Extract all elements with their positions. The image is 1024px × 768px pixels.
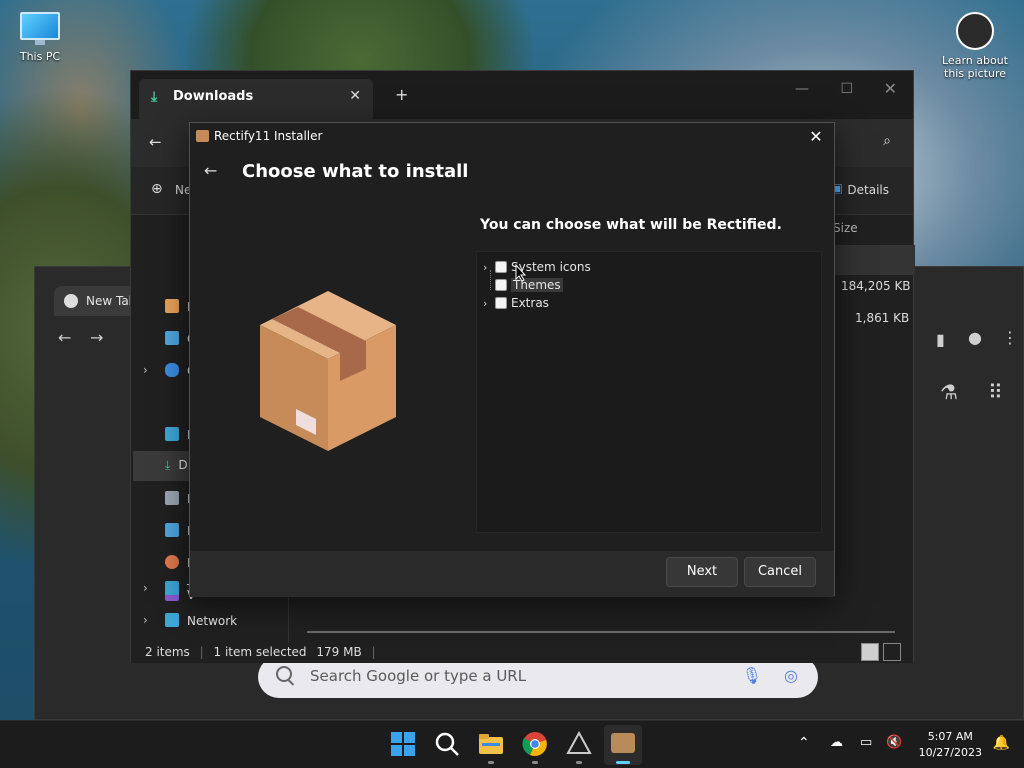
explorer-tab-downloads[interactable]: ⤓ Downloads ✕ [139,79,373,119]
checkbox[interactable] [495,261,507,273]
installer-titlebar: Rectify11 Installer [190,123,834,151]
pc-icon [165,581,179,595]
explorer-tab-title: Downloads [173,89,254,104]
download-icon: ⤓ [165,458,171,472]
new-icon[interactable]: ⊕ [151,181,163,197]
document-icon [165,491,179,505]
network-icon[interactable]: ▭ [860,735,872,750]
search-icon[interactable]: ⌕ [883,133,891,149]
package-box-icon [260,291,396,451]
tree-item-label: Extras [511,296,549,310]
side-panel-icon[interactable]: ▮ [936,330,945,349]
nav-item-label: D [178,458,188,472]
chevron-right-icon[interactable]: › [143,363,148,377]
desktop-icon-label: This PC [19,50,61,63]
onedrive-icon[interactable]: ☁ [830,735,843,750]
chrome-tab-title: New Tab [86,294,137,308]
component-tree[interactable]: › System icons Themes › Extras [476,251,822,533]
file-explorer-icon[interactable] [478,731,504,757]
labs-icon[interactable]: ⚗ [940,380,958,404]
checkbox[interactable] [495,297,507,309]
chrome-icon[interactable] [522,731,548,757]
explorer-titlebar: ⤓ Downloads ✕ + — ☐ ✕ [131,71,913,119]
download-icon: ⤓ [151,89,158,105]
size-column-header[interactable]: Size [833,221,858,235]
tiles-view-icon[interactable] [883,643,901,661]
instruction-text: You can choose what will be Rectified. [480,217,782,233]
omnibox-placeholder: Search Google or type a URL [310,667,527,685]
apps-grid-icon[interactable]: ⠿ [988,380,1003,404]
horizontal-scrollbar[interactable] [307,631,895,633]
chevron-right-icon[interactable]: › [143,581,148,595]
nav-item-network[interactable]: › Network [143,613,238,628]
package-icon [611,733,635,753]
details-view-icon[interactable] [861,643,879,661]
page-title: Choose what to install [242,161,469,182]
active-indicator [616,761,630,764]
notification-bell-icon[interactable]: 🔔 [993,735,1010,751]
menu-icon[interactable]: ⋮ [1002,328,1018,347]
network-icon [165,613,179,627]
desktop-icon-this-pc[interactable]: This PC [12,12,68,63]
next-button[interactable]: Next [666,557,738,587]
desktop-icon-label: Learn about this picture [942,54,1008,80]
desktop-wallpaper: This PC Learn about this picture New Tab… [0,0,1024,768]
back-icon[interactable]: ← [149,133,162,151]
forward-icon[interactable]: → [90,328,103,347]
app-sparkle-icon[interactable] [566,730,592,757]
nav-item-label: Network [187,614,238,628]
status-item-count: 2 items [145,645,190,659]
installer-window-title: Rectify11 Installer [214,129,323,143]
tree-item-system-icons[interactable]: › System icons [483,260,591,278]
chevron-right-icon[interactable]: › [483,261,495,274]
system-clock[interactable]: 5:07 AM 10/27/2023 [919,729,982,761]
file-row-selected[interactable] [825,245,915,275]
home-icon [165,299,179,313]
close-window-icon[interactable]: ✕ [884,79,897,98]
camera-icon [956,12,994,50]
close-icon[interactable]: ✕ [806,127,826,147]
search-icon[interactable] [434,731,460,757]
mouse-cursor-icon [515,264,527,282]
checkbox[interactable] [495,279,507,291]
lens-icon[interactable]: ◎ [784,666,798,685]
chevron-right-icon[interactable]: › [143,613,148,627]
taskbar-item-installer[interactable] [604,725,642,765]
cloud-icon [165,363,179,377]
search-icon [276,666,292,682]
start-windows-icon[interactable] [390,731,416,757]
cancel-button[interactable]: Cancel [744,557,816,587]
monitor-icon [18,12,62,46]
status-size: 179 MB [316,645,362,659]
chevron-up-icon[interactable]: ⌃ [798,735,810,751]
back-icon[interactable]: ← [58,328,71,347]
desktop-icon-learn-about-picture[interactable]: Learn about this picture [936,12,1014,80]
volume-muted-icon[interactable]: 🔇 [886,735,902,750]
clock-time: 5:07 AM [927,730,973,743]
music-icon [165,555,179,569]
clock-date: 10/27/2023 [918,746,982,759]
explorer-status-bar: 2 items | 1 item selected 179 MB | [131,643,913,663]
file-size-cell: 184,205 KB [841,279,911,293]
close-tab-icon[interactable]: ✕ [349,88,361,104]
maximize-icon[interactable]: ☐ [840,81,853,97]
status-selected: 1 item selected [213,645,307,659]
minimize-icon[interactable]: — [795,81,809,97]
chrome-logo-icon [64,294,78,308]
tree-item-extras[interactable]: › Extras [483,296,549,314]
package-icon [196,130,209,142]
microphone-icon[interactable]: 🎙 [742,666,762,685]
gallery-icon [165,331,179,345]
new-tab-icon[interactable]: + [395,85,408,104]
desktop-folder-icon [165,427,179,441]
details-button[interactable]: Details [847,183,889,197]
file-size-cell: 1,861 KB [855,311,910,325]
chevron-right-icon[interactable]: › [483,297,495,310]
profile-icon[interactable]: ● [968,328,982,347]
taskbar: ⌃ ☁ ▭ 🔇 5:07 AM 10/27/2023 🔔 [0,720,1024,768]
back-arrow-icon[interactable]: ← [204,161,217,180]
pictures-icon [165,523,179,537]
installer-dialog[interactable]: Rectify11 Installer ✕ ← Choose what to i… [189,122,835,597]
